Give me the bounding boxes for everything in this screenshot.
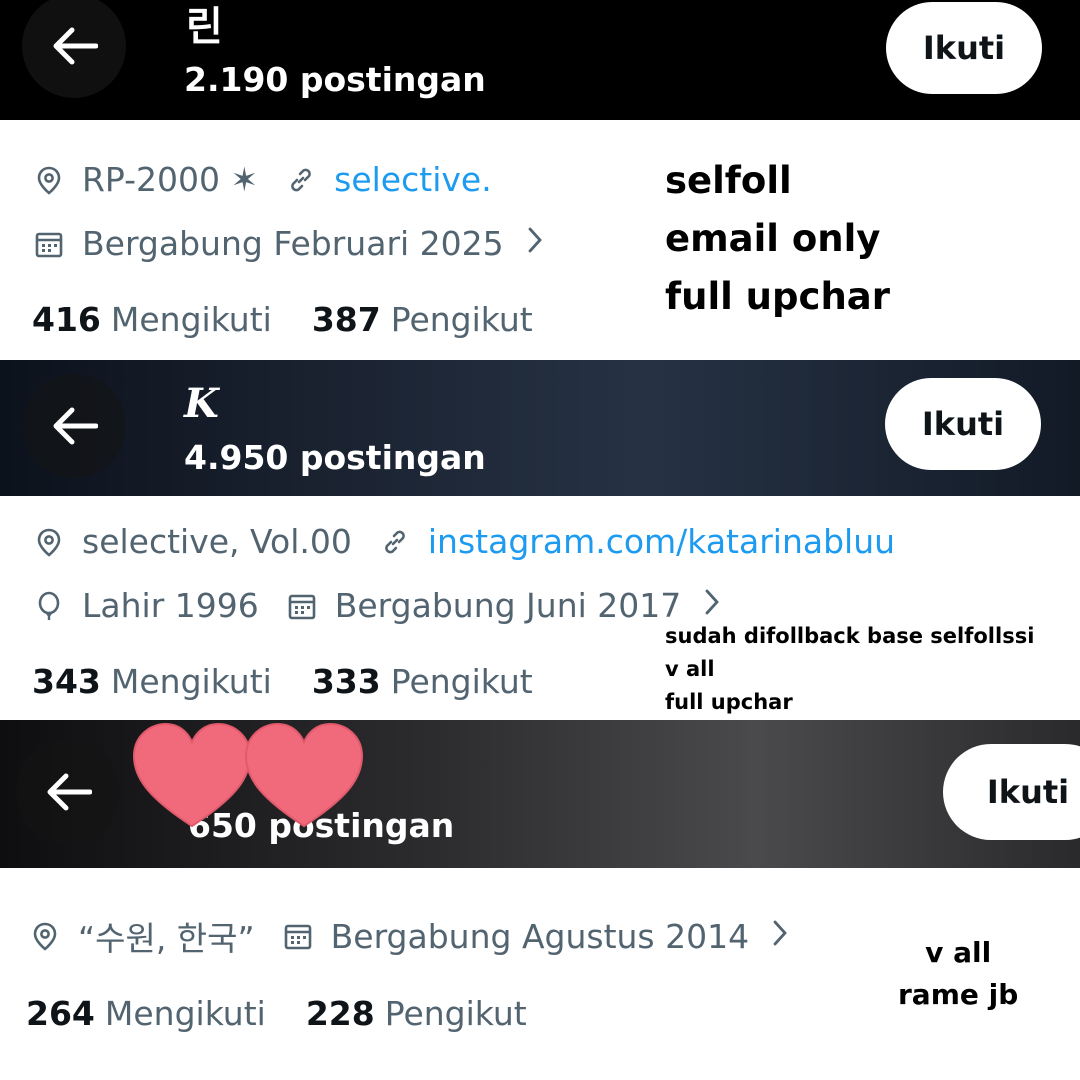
profile-joined-date: Bergabung Juni 2017: [334, 586, 682, 625]
profile-birth-joined-row: Lahir 1996 Bergabung Juni 2017: [34, 586, 721, 625]
note-line: rame jb: [898, 978, 1019, 1011]
following-count: 416: [32, 300, 101, 339]
note-line: full upchar: [665, 275, 890, 318]
note-line: sudah difollback base selfollssi: [665, 624, 1035, 648]
profile-header: 650 postingan Ikuti: [0, 720, 1080, 868]
link-icon: [380, 527, 410, 557]
profile-joined-date: Bergabung Agustus 2014: [330, 916, 750, 956]
profile-joined-row: Bergabung Februari 2025: [34, 224, 544, 263]
following-label: Mengikuti: [110, 300, 272, 339]
profile-meta-row: “수원, 한국” Bergabung Agustus 2014: [30, 912, 789, 960]
profile-location: RP-2000 ✶: [82, 160, 259, 199]
profile-handle: 린: [186, 4, 223, 50]
profile-meta-row: selective, Vol.00 instagram.com/katarina…: [34, 522, 895, 561]
balloon-icon: [34, 591, 64, 621]
followers-label: Pengikut: [390, 300, 533, 339]
follow-stats: 416 Mengikuti 387 Pengikut: [32, 300, 533, 339]
followers-label: Pengikut: [384, 994, 527, 1033]
post-count: 4.950 postingan: [184, 438, 486, 477]
following-stat[interactable]: 343 Mengikuti: [32, 662, 272, 701]
followers-label: Pengikut: [390, 662, 533, 701]
profile-website-link[interactable]: instagram.com/katarinabluu: [428, 522, 895, 561]
profile-website-link[interactable]: selective.: [334, 160, 492, 199]
profile-header: K 4.950 postingan Ikuti: [0, 360, 1080, 496]
back-button[interactable]: [22, 0, 126, 98]
location-pin-icon: [34, 165, 64, 195]
location-pin-icon: [30, 921, 60, 951]
profile-meta-row: RP-2000 ✶ selective.: [34, 160, 492, 199]
arrow-left-icon: [53, 27, 98, 65]
following-stat[interactable]: 416 Mengikuti: [32, 300, 272, 339]
heart-sticker: [244, 722, 364, 828]
arrow-left-icon: [47, 773, 92, 811]
profile-panel-1: 린 2.190 postingan Ikuti RP-2000 ✶ select…: [0, 0, 1080, 360]
profile-handle: K: [184, 380, 219, 427]
following-count: 264: [26, 994, 95, 1033]
follow-stats: 264 Mengikuti 228 Pengikut: [26, 994, 527, 1033]
note-line: selfoll: [665, 159, 792, 202]
followers-count: 228: [305, 994, 375, 1033]
follow-button[interactable]: Ikuti: [943, 744, 1080, 840]
follow-button[interactable]: Ikuti: [885, 378, 1041, 470]
link-icon: [286, 165, 316, 195]
profile-panel-3: 650 postingan Ikuti “수원, 한국” Bergabung A…: [0, 720, 1080, 1080]
profile-header: 린 2.190 postingan Ikuti: [0, 0, 1080, 120]
following-count: 343: [32, 662, 101, 701]
annotation-note-3: v all rame jb: [898, 932, 1018, 1016]
follow-stats: 343 Mengikuti 333 Pengikut: [32, 662, 533, 701]
post-count: 2.190 postingan: [184, 60, 486, 99]
following-stat[interactable]: 264 Mengikuti: [26, 994, 266, 1033]
followers-count: 333: [311, 662, 381, 701]
profile-location: “수원, 한국”: [78, 919, 255, 958]
calendar-icon: [34, 229, 64, 259]
following-label: Mengikuti: [110, 662, 272, 701]
location-pin-icon: [34, 527, 64, 557]
calendar-icon: [287, 591, 317, 621]
followers-stat[interactable]: 387 Pengikut: [312, 300, 533, 339]
back-button[interactable]: [22, 374, 126, 478]
heart-sticker: [132, 722, 252, 828]
note-line: v all: [925, 936, 992, 969]
profile-location: selective, Vol.00: [82, 522, 352, 561]
followers-stat[interactable]: 333 Pengikut: [312, 662, 533, 701]
calendar-icon: [283, 921, 313, 951]
following-label: Mengikuti: [104, 994, 266, 1033]
arrow-left-icon: [53, 407, 98, 445]
profile-birth: Lahir 1996: [82, 586, 259, 625]
chevron-right-icon[interactable]: [526, 224, 544, 263]
profile-joined-date: Bergabung Februari 2025: [82, 224, 504, 263]
follow-button[interactable]: Ikuti: [886, 2, 1042, 94]
annotation-note-1: selfoll email only full upchar: [665, 152, 890, 326]
followers-stat[interactable]: 228 Pengikut: [306, 994, 527, 1033]
annotation-note-2: sudah difollback base selfollssi v all f…: [665, 620, 1034, 719]
followers-count: 387: [311, 300, 381, 339]
note-line: full upchar: [665, 690, 793, 714]
note-line: email only: [665, 217, 881, 260]
note-line: v all: [665, 657, 715, 681]
chevron-right-icon[interactable]: [771, 917, 789, 956]
back-button[interactable]: [16, 740, 120, 844]
